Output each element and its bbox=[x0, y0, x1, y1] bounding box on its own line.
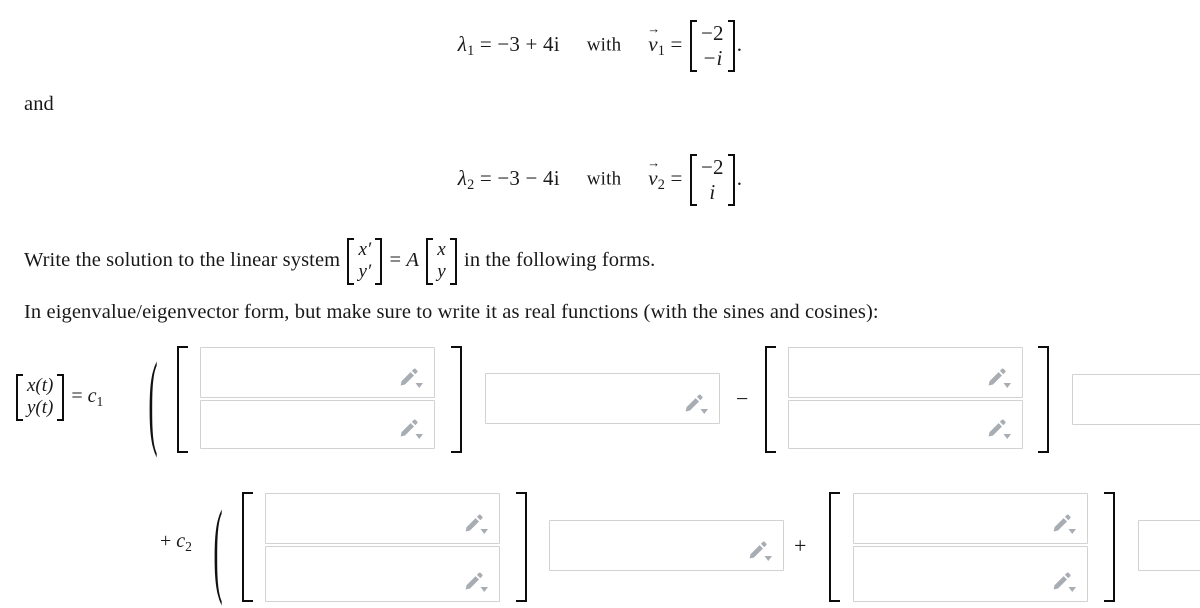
eigenvector-1-expression: v → 1 = −2 −i . bbox=[647, 20, 743, 72]
input-row2-scalar[interactable] bbox=[549, 520, 784, 571]
chevron-down-icon bbox=[764, 556, 772, 561]
input-row1-vector1-bottom[interactable] bbox=[200, 400, 435, 449]
with-label-1: with bbox=[586, 34, 622, 56]
eigenvalue-equation-2: λ2 = −3 − 4i with v → 2 = −2 i . bbox=[0, 154, 1200, 206]
prompt-equals-sign: = bbox=[389, 249, 402, 272]
with-label-2: with bbox=[586, 168, 622, 190]
v-subscript-2: 2 bbox=[657, 176, 666, 193]
pencil-icon[interactable] bbox=[1052, 572, 1078, 594]
equals-sign-1b: = bbox=[670, 31, 683, 56]
prompt-line-1-after: in the following forms. bbox=[464, 249, 656, 272]
solution-equals-sign: = bbox=[71, 385, 83, 407]
prompt-line-1: Write the solution to the linear system … bbox=[24, 238, 655, 285]
eigenvector-1-matrix: −2 −i bbox=[690, 20, 735, 72]
input-row1-vector2-bottom[interactable] bbox=[788, 400, 1023, 449]
eigenvector-1-entry-1: −2 bbox=[701, 21, 724, 45]
eigenvector-2-entry-2: i bbox=[709, 179, 716, 204]
vector-arrow-2: → bbox=[647, 154, 661, 170]
prompt-line-1-before: Write the solution to the linear system bbox=[24, 249, 341, 272]
prompt-matrix-lhs: x′ y′ bbox=[347, 238, 383, 285]
row2-vector1-bracket-right bbox=[516, 492, 527, 602]
chevron-down-icon bbox=[415, 434, 423, 439]
eigenvalue-2-value: −3 − 4i bbox=[497, 165, 560, 190]
eigenvector-2-expression: v → 2 = −2 i . bbox=[647, 154, 743, 206]
row2-vector2-bracket-left bbox=[829, 492, 840, 602]
row2-vector2-bracket-right bbox=[1104, 492, 1115, 602]
input-row2-trailing[interactable] bbox=[1138, 520, 1200, 571]
input-row1-vector2-top[interactable] bbox=[788, 347, 1023, 398]
row1-vector2-bracket-right bbox=[1038, 346, 1049, 453]
solution-lhs: x(t) y(t) = c1 bbox=[14, 374, 103, 421]
and-connector-text: and bbox=[24, 93, 54, 115]
row2-operator-plus: + bbox=[794, 533, 807, 558]
v-subscript-1: 1 bbox=[657, 42, 666, 59]
row2-plus-sign: + bbox=[160, 530, 172, 552]
input-row2-vector2-top[interactable] bbox=[853, 493, 1088, 544]
pencil-icon[interactable] bbox=[399, 419, 425, 441]
input-row2-vector2-bottom[interactable] bbox=[853, 546, 1088, 602]
coefficient-c1-subscript: 1 bbox=[96, 393, 104, 409]
chevron-down-icon bbox=[1068, 587, 1076, 592]
row1-operator-minus: − bbox=[736, 386, 749, 411]
input-row1-scalar[interactable] bbox=[485, 373, 720, 424]
lambda-subscript-2: 2 bbox=[467, 176, 475, 193]
pencil-icon[interactable] bbox=[464, 572, 490, 594]
eigenvalue-2-expression: λ2 = −3 − 4i bbox=[457, 165, 565, 193]
row1-vector2-bracket-left bbox=[765, 346, 776, 453]
period-2: . bbox=[736, 165, 743, 190]
equals-sign-1: = bbox=[479, 31, 492, 56]
row1-open-paren: ( bbox=[148, 342, 158, 460]
eigenvector-2-entry-1: −2 bbox=[701, 155, 724, 179]
solution-lhs-entry-1: x(t) bbox=[27, 375, 54, 396]
input-row1-vector1-top[interactable] bbox=[200, 347, 435, 398]
pencil-icon[interactable] bbox=[987, 419, 1013, 441]
solution-lhs-entry-2: y(t) bbox=[27, 397, 54, 419]
pencil-icon[interactable] bbox=[748, 541, 774, 563]
prompt-rhs-entry-2: y bbox=[437, 261, 446, 283]
prompt-matrix-A: A bbox=[406, 249, 420, 272]
row1-vector1-bracket-right bbox=[451, 346, 462, 453]
row2-open-paren: ( bbox=[213, 490, 223, 608]
coefficient-c2: c bbox=[176, 530, 186, 552]
lambda-symbol-2: λ bbox=[457, 165, 468, 190]
equals-sign-2: = bbox=[479, 165, 492, 190]
eigenvector-2-matrix: −2 i bbox=[690, 154, 735, 206]
vector-arrow-1: → bbox=[647, 20, 661, 36]
input-row1-trailing[interactable] bbox=[1072, 374, 1200, 425]
row2-vector1-bracket-left bbox=[242, 492, 253, 602]
chevron-down-icon bbox=[700, 409, 708, 414]
coefficient-c1: c bbox=[87, 385, 97, 407]
period-1: . bbox=[736, 31, 743, 56]
chevron-down-icon bbox=[1068, 529, 1076, 534]
chevron-down-icon bbox=[1003, 383, 1011, 388]
chevron-down-icon bbox=[480, 529, 488, 534]
chevron-down-icon bbox=[415, 383, 423, 388]
input-row2-vector1-bottom[interactable] bbox=[265, 546, 500, 602]
pencil-icon[interactable] bbox=[464, 514, 490, 536]
lambda-symbol-1: λ bbox=[457, 31, 468, 56]
pencil-icon[interactable] bbox=[684, 394, 710, 416]
eigenvalue-1-value: −3 + 4i bbox=[497, 31, 560, 56]
eigenvector-1-entry-2: −i bbox=[702, 45, 723, 70]
equals-sign-2b: = bbox=[670, 165, 683, 190]
prompt-line-2: In eigenvalue/eigenvector form, but make… bbox=[24, 301, 879, 323]
lambda-subscript-1: 1 bbox=[467, 42, 475, 59]
input-row2-vector1-top[interactable] bbox=[265, 493, 500, 544]
solution-lhs-matrix: x(t) y(t) bbox=[16, 374, 65, 421]
prompt-lhs-entry-2: y′ bbox=[358, 261, 372, 283]
coefficient-c2-subscript: 2 bbox=[185, 538, 192, 554]
pencil-icon[interactable] bbox=[1052, 514, 1078, 536]
pencil-icon[interactable] bbox=[399, 368, 425, 390]
chevron-down-icon bbox=[1003, 434, 1011, 439]
solution-row2-lhs: + c2 bbox=[160, 530, 192, 555]
chevron-down-icon bbox=[480, 587, 488, 592]
prompt-matrix-rhs: x y bbox=[426, 238, 457, 285]
row1-vector1-bracket-left bbox=[177, 346, 188, 453]
eigenvalue-1-expression: λ1 = −3 + 4i bbox=[457, 31, 565, 59]
pencil-icon[interactable] bbox=[987, 368, 1013, 390]
prompt-lhs-entry-1: x′ bbox=[358, 239, 372, 260]
eigenvalue-equation-1: λ1 = −3 + 4i with v → 1 = −2 −i . bbox=[0, 20, 1200, 72]
prompt-rhs-entry-1: x bbox=[437, 239, 446, 260]
